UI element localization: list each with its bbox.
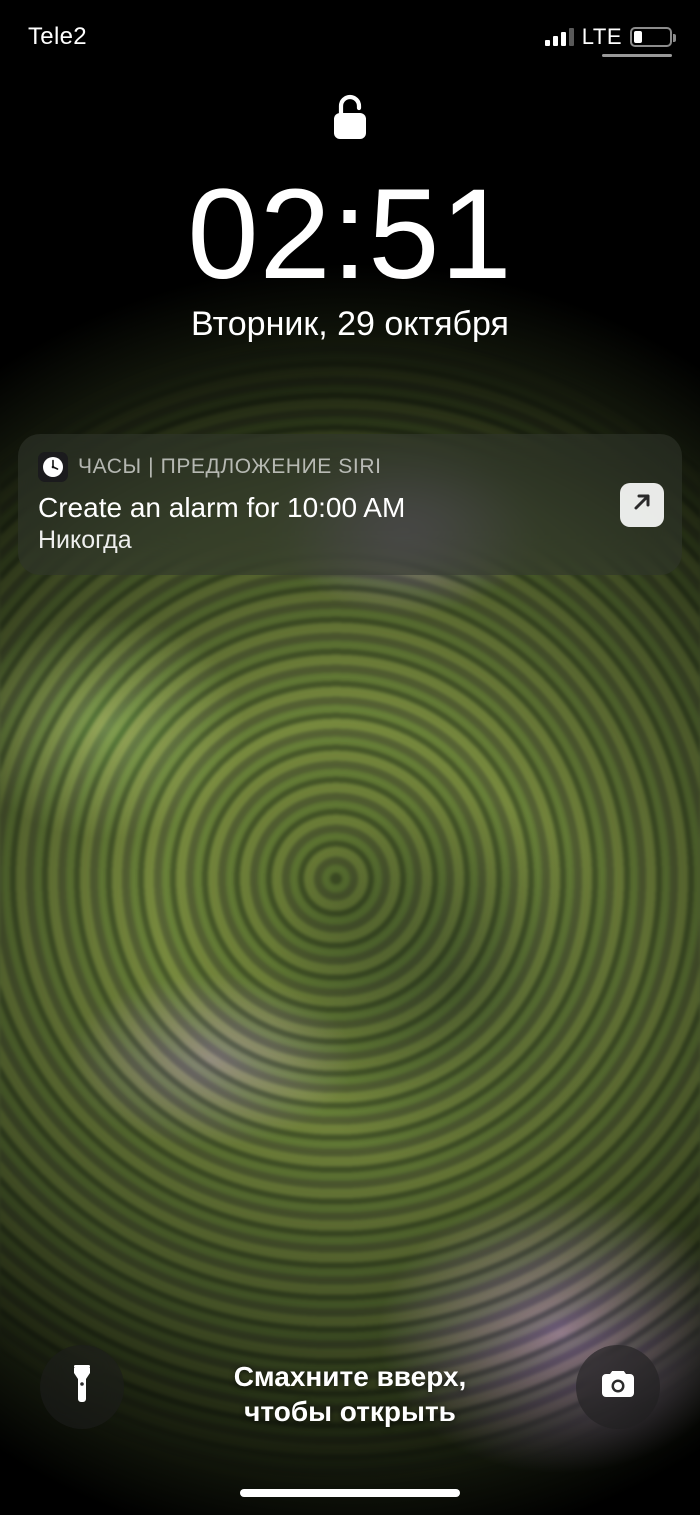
notification-subtitle: Никогда: [38, 526, 662, 555]
network-type-label: LTE: [582, 24, 622, 50]
unlock-icon: [331, 92, 369, 147]
carrier-label: Tele2: [28, 23, 87, 51]
bottom-controls: Смахните вверх, чтобы открыть: [0, 1305, 700, 1515]
arrow-up-right-icon: [631, 491, 653, 518]
clock-app-icon: [38, 452, 68, 482]
lock-clock-area: 02:51 Вторник, 29 октября: [0, 92, 700, 344]
open-suggestion-button[interactable]: [620, 483, 664, 527]
lock-time: 02:51: [187, 171, 512, 299]
lock-screen: Tele2 LTE 02:51 Вторник, 29 октября: [0, 0, 700, 1515]
camera-button[interactable]: [576, 1345, 660, 1429]
notification-title: Create an alarm for 10:00 AM: [38, 492, 662, 524]
camera-icon: [598, 1369, 638, 1406]
status-right: LTE: [545, 24, 672, 50]
siri-suggestion-notification[interactable]: ЧАСЫ | ПРЕДЛОЖЕНИЕ SIRI Create an alarm …: [18, 434, 682, 575]
home-indicator[interactable]: [240, 1489, 460, 1497]
notification-source-label: ЧАСЫ | ПРЕДЛОЖЕНИЕ SIRI: [78, 455, 382, 479]
battery-icon: [630, 27, 672, 47]
lock-date: Вторник, 29 октября: [191, 305, 509, 344]
status-bar: Tele2 LTE: [0, 0, 700, 60]
control-center-grabber[interactable]: [602, 54, 672, 57]
cellular-signal-icon: [545, 28, 574, 46]
notification-header: ЧАСЫ | ПРЕДЛОЖЕНИЕ SIRI: [38, 452, 662, 482]
